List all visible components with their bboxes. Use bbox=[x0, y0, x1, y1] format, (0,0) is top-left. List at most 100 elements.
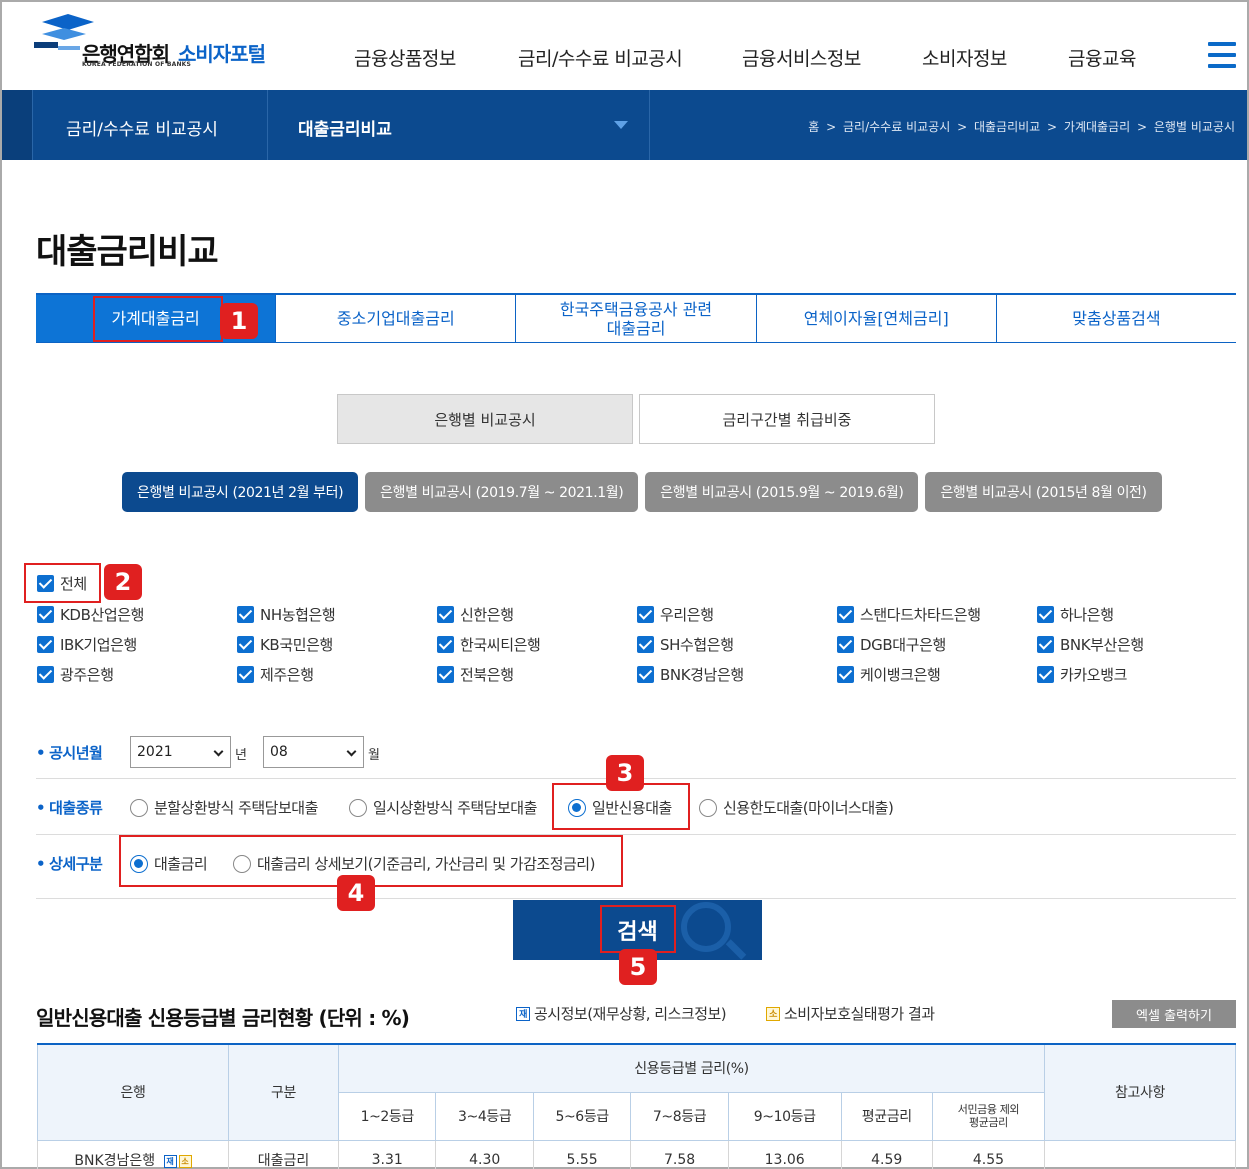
checkbox-bank[interactable]: NH농협은행 bbox=[237, 604, 336, 625]
checkbox-bank[interactable]: SH수협은행 bbox=[637, 634, 734, 655]
checkbox-bank[interactable]: 우리은행 bbox=[637, 604, 714, 625]
checkbox-checked-icon[interactable] bbox=[437, 606, 454, 623]
gnb-rate-fee-disclosure[interactable]: 금리/수수료 비교공시 bbox=[518, 44, 683, 71]
cell-rate: 4.59 bbox=[840, 1139, 933, 1169]
checkbox-label: 제주은행 bbox=[260, 666, 314, 684]
radio-icon[interactable] bbox=[699, 798, 717, 817]
checkbox-bank[interactable]: IBK기업은행 bbox=[37, 634, 137, 655]
checkbox-checked-icon[interactable] bbox=[237, 636, 254, 653]
col-grade: 3~4등급 bbox=[435, 1091, 534, 1141]
checkbox-bank[interactable]: 전북은행 bbox=[437, 664, 514, 685]
radio-credit-line-loan[interactable]: 신용한도대출(마이너스대출) bbox=[699, 797, 894, 818]
tab-hf-loan-rate[interactable]: 한국주택금융공사 관련 대출금리 bbox=[516, 295, 757, 342]
disclosure-info-icon[interactable]: 재 bbox=[163, 1154, 177, 1168]
consumer-protection-icon[interactable]: 소 bbox=[178, 1154, 192, 1168]
col-grade-group: 신용등급별 금리(%) bbox=[338, 1043, 1045, 1093]
checkbox-label: BNK부산은행 bbox=[1060, 636, 1144, 654]
portal-name: 소비자포털 bbox=[178, 42, 266, 66]
radio-icon[interactable] bbox=[349, 798, 367, 817]
checkbox-checked-icon[interactable] bbox=[437, 636, 454, 653]
col-grade: 9~10등급 bbox=[727, 1091, 842, 1141]
tab-custom-search[interactable]: 맞춤상품검색 bbox=[997, 295, 1236, 342]
org-name-en: KOREA FEDERATION OF BANKS bbox=[82, 61, 192, 68]
chevron-down-icon bbox=[346, 746, 357, 757]
breadcrumb-item[interactable]: 가계대출금리 bbox=[1064, 120, 1130, 134]
checkbox-checked-icon[interactable] bbox=[1037, 636, 1054, 653]
checkbox-bank[interactable]: 광주은행 bbox=[37, 664, 114, 685]
checkbox-bank[interactable]: 케이뱅크은행 bbox=[837, 664, 941, 685]
checkbox-bank[interactable]: KB국민은행 bbox=[237, 634, 333, 655]
checkbox-bank[interactable]: BNK부산은행 bbox=[1037, 634, 1144, 655]
gnb-financial-education[interactable]: 금융교육 bbox=[1068, 44, 1136, 71]
table-row: BNK경남은행 재 소 대출금리 3.31 4.30 5.55 7.58 13.… bbox=[37, 1139, 1236, 1169]
period-button-2021-02[interactable]: 은행별 비교공시 (2021년 2월 부터) bbox=[122, 472, 359, 512]
radio-icon[interactable] bbox=[130, 798, 148, 817]
checkbox-bank[interactable]: 하나은행 bbox=[1037, 604, 1114, 625]
breadcrumb-home[interactable]: 홈 bbox=[808, 120, 819, 134]
cell-rate: 4.55 bbox=[931, 1139, 1046, 1169]
period-button-2015-09[interactable]: 은행별 비교공시 (2015.9월 ~ 2019.6월) bbox=[645, 472, 919, 512]
results-title: 일반신용대출 신용등급별 금리현황 (단위 : %) bbox=[36, 1006, 410, 1030]
checkbox-checked-icon[interactable] bbox=[37, 606, 54, 623]
annotation-badge-1: 1 bbox=[220, 303, 258, 339]
checkbox-bank[interactable]: 제주은행 bbox=[237, 664, 314, 685]
checkbox-bank[interactable]: 한국씨티은행 bbox=[437, 634, 541, 655]
col-note: 참고사항 bbox=[1044, 1043, 1236, 1141]
annotation-badge-5: 5 bbox=[619, 949, 657, 985]
checkbox-checked-icon[interactable] bbox=[1037, 606, 1054, 623]
gnb-financial-products[interactable]: 금융상품정보 bbox=[354, 44, 456, 71]
subtab-bank-comparison[interactable]: 은행별 비교공시 bbox=[337, 394, 633, 444]
col-avg-rate: 평균금리 bbox=[840, 1091, 933, 1141]
consumer-protection-icon: 소 bbox=[766, 1006, 780, 1021]
checkbox-bank[interactable]: 스탠다드차타드은행 bbox=[837, 604, 981, 625]
nav-current-dropdown[interactable]: 대출금리비교 bbox=[298, 115, 392, 140]
checkbox-checked-icon[interactable] bbox=[637, 636, 654, 653]
site-logo[interactable]: 은행연합회 KOREA FEDERATION OF BANKS 소비자포털 bbox=[34, 14, 294, 74]
checkbox-label: 하나은행 bbox=[1060, 606, 1114, 624]
breadcrumb-item[interactable]: 금리/수수료 비교공시 bbox=[843, 120, 950, 134]
checkbox-checked-icon[interactable] bbox=[1037, 666, 1054, 683]
gnb-financial-services[interactable]: 금융서비스정보 bbox=[742, 44, 861, 71]
chevron-down-icon[interactable] bbox=[614, 121, 628, 129]
checkbox-checked-icon[interactable] bbox=[637, 606, 654, 623]
page-title: 대출금리비교 bbox=[36, 232, 219, 272]
cell-type: 대출금리 bbox=[228, 1139, 339, 1169]
checkbox-checked-icon[interactable] bbox=[837, 636, 854, 653]
subtab-rate-range-share[interactable]: 금리구간별 취급비중 bbox=[639, 394, 935, 444]
checkbox-checked-icon[interactable] bbox=[837, 666, 854, 683]
radio-amortized-mortgage[interactable]: 분할상환방식 주택담보대출 bbox=[130, 797, 318, 818]
breadcrumb-item[interactable]: 대출금리비교 bbox=[974, 120, 1040, 134]
month-select[interactable]: 08 bbox=[263, 736, 364, 768]
radio-bullet-mortgage[interactable]: 일시상환방식 주택담보대출 bbox=[349, 797, 537, 818]
checkbox-bank[interactable]: BNK경남은행 bbox=[637, 664, 744, 685]
tab-sme-loan-rate[interactable]: 중소기업대출금리 bbox=[276, 295, 517, 342]
tab-overdue-rate[interactable]: 연체이자율[연체금리] bbox=[757, 295, 997, 342]
checkbox-label: 광주은행 bbox=[60, 666, 114, 684]
nav-section-link[interactable]: 금리/수수료 비교공시 bbox=[66, 115, 218, 140]
gnb-consumer-info[interactable]: 소비자정보 bbox=[922, 44, 1007, 71]
cell-note bbox=[1044, 1139, 1236, 1169]
period-button-2015-08[interactable]: 은행별 비교공시 (2015년 8월 이전) bbox=[925, 472, 1162, 512]
disclosure-subtabs: 은행별 비교공시 금리구간별 취급비중 bbox=[337, 394, 935, 444]
period-button-2019-07[interactable]: 은행별 비교공시 (2019.7월 ~ 2021.1월) bbox=[365, 472, 639, 512]
checkbox-checked-icon[interactable] bbox=[437, 666, 454, 683]
excel-export-button[interactable]: 엑셀 출력하기 bbox=[1112, 1000, 1236, 1028]
checkbox-bank[interactable]: DGB대구은행 bbox=[837, 634, 946, 655]
checkbox-checked-icon[interactable] bbox=[237, 606, 254, 623]
checkbox-checked-icon[interactable] bbox=[37, 636, 54, 653]
checkbox-bank[interactable]: 카카오뱅크 bbox=[1037, 664, 1127, 685]
legend-disclosure: 재 공시정보(재무상황, 리스크정보) bbox=[516, 1003, 727, 1024]
year-select[interactable]: 2021 bbox=[130, 736, 231, 768]
month-unit: 월 bbox=[368, 748, 380, 763]
checkbox-bank[interactable]: 신한은행 bbox=[437, 604, 514, 625]
checkbox-label: BNK경남은행 bbox=[660, 666, 744, 684]
site-header: 은행연합회 KOREA FEDERATION OF BANKS 소비자포털 금융… bbox=[2, 2, 1247, 90]
checkbox-bank[interactable]: KDB산업은행 bbox=[37, 604, 144, 625]
hamburger-menu-icon[interactable] bbox=[1208, 42, 1236, 68]
sub-navbar: 금리/수수료 비교공시 대출금리비교 홈 > 금리/수수료 비교공시 > 대출금… bbox=[2, 90, 1247, 160]
checkbox-checked-icon[interactable] bbox=[837, 606, 854, 623]
checkbox-checked-icon[interactable] bbox=[237, 666, 254, 683]
checkbox-checked-icon[interactable] bbox=[37, 666, 54, 683]
col-type: 구분 bbox=[228, 1043, 339, 1141]
checkbox-checked-icon[interactable] bbox=[637, 666, 654, 683]
